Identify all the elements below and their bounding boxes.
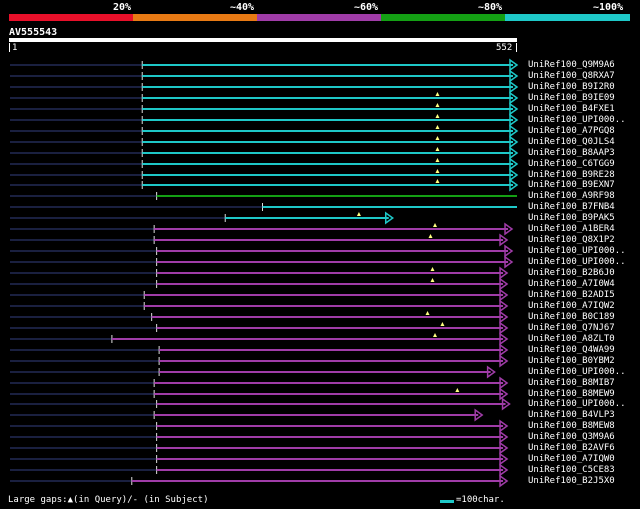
- hit-label[interactable]: UniRef100_B2J5X0: [528, 476, 615, 486]
- hit-label[interactable]: UniRef100_B9PAK5: [528, 213, 615, 223]
- hit-label[interactable]: UniRef100_Q8RXA7: [528, 71, 615, 81]
- hit-label[interactable]: UniRef100_A8ZLT0: [528, 334, 615, 344]
- hit-label[interactable]: UniRef100_B8MEW9: [528, 389, 615, 399]
- query-gap-marker: [425, 311, 430, 315]
- hit-label[interactable]: UniRef100_Q4WA99: [528, 345, 615, 355]
- hit-label[interactable]: UniRef100_UPI000..: [528, 367, 626, 377]
- hit-label[interactable]: UniRef100_UPI000..: [528, 115, 626, 125]
- query-gap-marker: [432, 223, 437, 227]
- query-gap-marker: [435, 114, 440, 118]
- hit-label[interactable]: UniRef100_A1BER4: [528, 224, 615, 234]
- query-gap-marker: [435, 179, 440, 183]
- query-gap-marker: [356, 212, 361, 216]
- query-gap-marker: [435, 125, 440, 129]
- query-gap-marker: [432, 333, 437, 337]
- hit-label[interactable]: UniRef100_Q8X1P2: [528, 235, 615, 245]
- hit-label[interactable]: UniRef100_B8MEW8: [528, 421, 615, 431]
- hit-label[interactable]: UniRef100_A7I0W4: [528, 279, 615, 289]
- hit-label[interactable]: UniRef100_A7IQW2: [528, 301, 615, 311]
- hit-label[interactable]: UniRef100_B4VLP3: [528, 410, 615, 420]
- hit-label[interactable]: UniRef100_C6TGG9: [528, 159, 615, 169]
- query-gap-marker: [435, 169, 440, 173]
- query-gap-marker: [435, 158, 440, 162]
- scale-legend-text: =100char.: [456, 495, 505, 505]
- hit-label[interactable]: UniRef100_A7PGQ8: [528, 126, 615, 136]
- query-gap-marker: [435, 92, 440, 96]
- hit-label[interactable]: UniRef100_B0YBM2: [528, 356, 615, 366]
- hit-label[interactable]: UniRef100_B8AAP3: [528, 148, 615, 158]
- hit-label[interactable]: UniRef100_A9RF98: [528, 191, 615, 201]
- scale-legend-line: [440, 500, 454, 503]
- hit-label[interactable]: UniRef100_B9EXN7: [528, 180, 615, 190]
- query-gap-marker: [440, 322, 445, 326]
- query-gap-marker: [430, 278, 435, 282]
- hit-label[interactable]: UniRef100_C5CE83: [528, 465, 615, 475]
- hit-label[interactable]: UniRef100_UPI000..: [528, 246, 626, 256]
- gaps-legend: Large gaps:▲(in Query)/- (in Subject): [8, 495, 209, 505]
- hit-label[interactable]: UniRef100_B2ADI5: [528, 290, 615, 300]
- hit-label[interactable]: UniRef100_B7FNB4: [528, 202, 615, 212]
- hit-label[interactable]: UniRef100_Q0JLS4: [528, 137, 615, 147]
- hit-label[interactable]: UniRef100_B8MIB7: [528, 378, 615, 388]
- hit-label[interactable]: UniRef100_B9IE09: [528, 93, 615, 103]
- hit-label[interactable]: UniRef100_UPI000..: [528, 257, 626, 267]
- query-gap-marker: [455, 388, 460, 392]
- hit-label[interactable]: UniRef100_B0C189: [528, 312, 615, 322]
- hit-label[interactable]: UniRef100_B2B6J0: [528, 268, 615, 278]
- hit-label[interactable]: UniRef100_B4FXE1: [528, 104, 615, 114]
- hit-label[interactable]: UniRef100_A7IQW0: [528, 454, 615, 464]
- hit-label[interactable]: UniRef100_B9I2R0: [528, 82, 615, 92]
- query-gap-marker: [435, 147, 440, 151]
- query-gap-marker: [428, 234, 433, 238]
- hit-label[interactable]: UniRef100_Q9M9A6: [528, 60, 615, 70]
- query-gap-marker: [430, 267, 435, 271]
- hit-label[interactable]: UniRef100_UPI000..: [528, 399, 626, 409]
- hit-label[interactable]: UniRef100_Q7NJ67: [528, 323, 615, 333]
- hit-label[interactable]: UniRef100_B2AVF6: [528, 443, 615, 453]
- query-gap-marker: [435, 103, 440, 107]
- query-gap-marker: [435, 136, 440, 140]
- hit-label[interactable]: UniRef100_B9RE28: [528, 170, 615, 180]
- hit-label[interactable]: UniRef100_Q3M9A6: [528, 432, 615, 442]
